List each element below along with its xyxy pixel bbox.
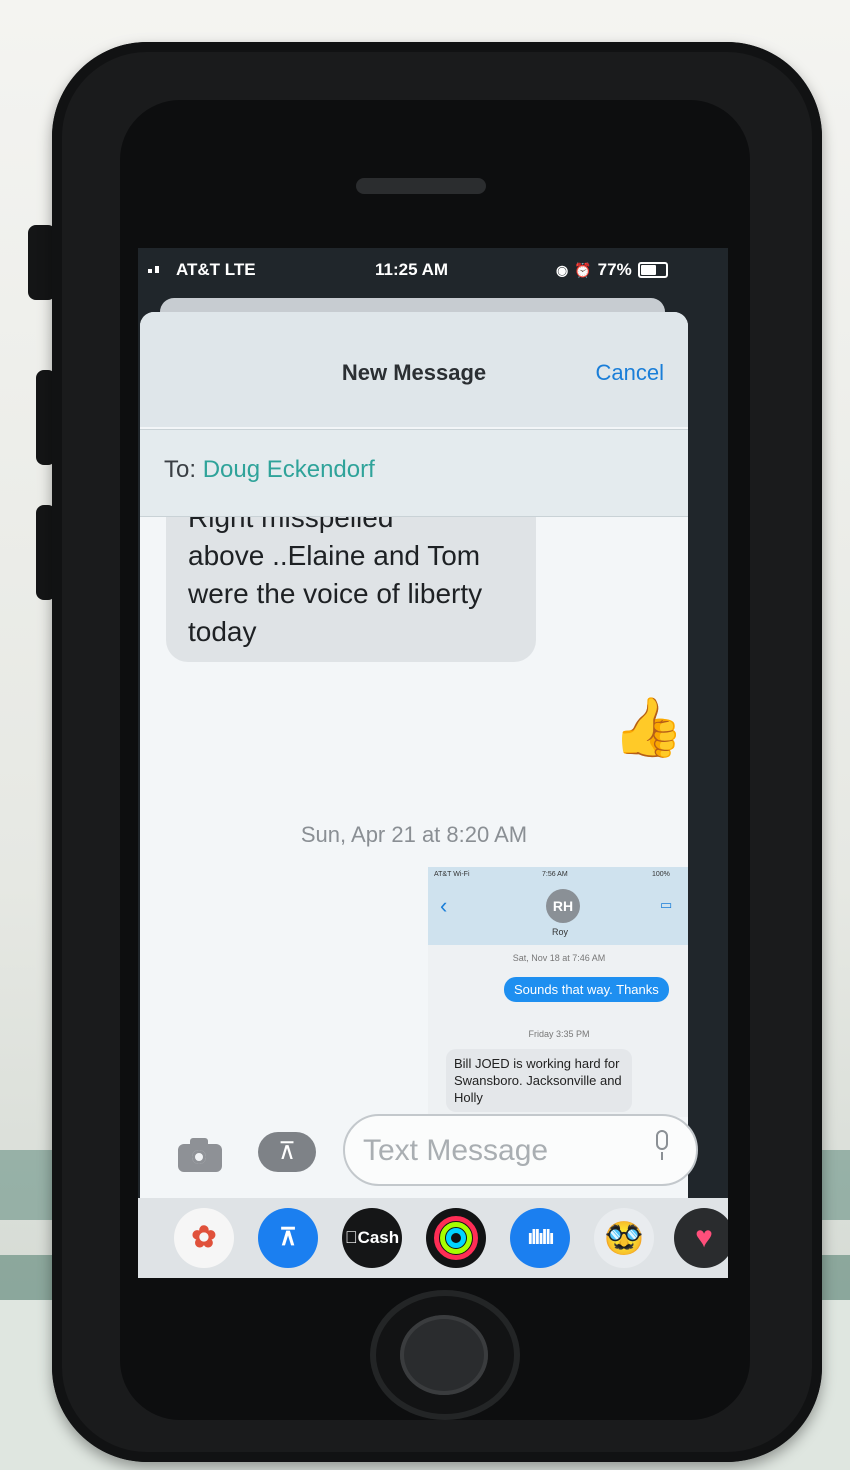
camera-button[interactable]: [178, 1138, 222, 1172]
voice-memo-icon[interactable]: ıllıllı: [510, 1208, 570, 1268]
message-line: today: [188, 616, 257, 647]
attachment-outgoing-bubble: Sounds that way. Thanks: [504, 977, 669, 1002]
carrier-label: AT&T LTE: [176, 260, 256, 279]
home-button[interactable]: [370, 1290, 520, 1420]
status-right: ◉ ⏰ 77%: [556, 260, 668, 280]
memoji-icon[interactable]: 🥸: [594, 1208, 654, 1268]
to-label: To: Doug Eckendorf: [164, 456, 375, 483]
message-timestamp: Sun, Apr 21 at 8:20 AM: [300, 822, 528, 847]
app-store-button[interactable]: ⊼: [258, 1132, 316, 1172]
sheet-header: New Message Cancel: [140, 312, 688, 427]
back-chevron-icon: ‹: [440, 893, 448, 918]
status-bar: AT&T LTE 11:25 AM ◉ ⏰ 77%: [138, 248, 728, 296]
attachment-timestamp: Sat, Nov 18 at 7:46 AM: [512, 953, 606, 963]
recipient-name[interactable]: Doug Eckendorf: [203, 456, 375, 483]
video-call-icon: ▭: [660, 897, 673, 912]
attachment-incoming-bubble: Bill JOED is working hard for Swansboro.…: [446, 1049, 632, 1112]
heart-icon[interactable]: ♥: [674, 1208, 728, 1268]
recipient-field[interactable]: To: Doug Eckendorf: [140, 429, 688, 517]
screenshot-attachment[interactable]: AT&T Wi-Fi 7:56 AM 100% ‹ RH Roy ▭ Sat, …: [428, 867, 688, 1117]
message-input-placeholder: Text Message: [363, 1134, 549, 1167]
app-store-icon[interactable]: ⊼: [258, 1208, 318, 1268]
phone-screen: AT&T LTE 11:25 AM ◉ ⏰ 77% New Message Ca…: [138, 248, 728, 1278]
cancel-button[interactable]: Cancel: [596, 360, 664, 386]
battery-percent: 77%: [597, 260, 632, 279]
alarm-icon: ⏰: [574, 261, 592, 278]
attachment-timestamp: Friday 3:35 PM: [528, 1029, 590, 1039]
app-store-icon: ⊼: [278, 1138, 296, 1165]
message-line: above ..Elaine and Tom: [188, 540, 481, 571]
attachment-header: AT&T Wi-Fi 7:56 AM 100% ‹ RH Roy ▭: [428, 867, 688, 945]
orientation-lock-icon: ◉: [556, 261, 569, 278]
photos-icon[interactable]: ✿: [174, 1208, 234, 1268]
message-line: were the voice of liberty: [188, 578, 483, 609]
earpiece-speaker: [356, 178, 486, 194]
avatar: RH: [546, 889, 580, 923]
signal-icon: [148, 266, 159, 273]
fitness-icon[interactable]: [426, 1208, 486, 1268]
message-input[interactable]: Text Message: [343, 1114, 698, 1186]
microphone-icon[interactable]: [654, 1130, 670, 1160]
contact-name: Roy: [552, 927, 569, 937]
cash-app-icon[interactable]: Cash: [342, 1208, 402, 1268]
battery-icon: [637, 262, 668, 278]
clock: 11:25 AM: [375, 260, 449, 279]
thumbs-up-emoji: 👍: [612, 695, 685, 760]
